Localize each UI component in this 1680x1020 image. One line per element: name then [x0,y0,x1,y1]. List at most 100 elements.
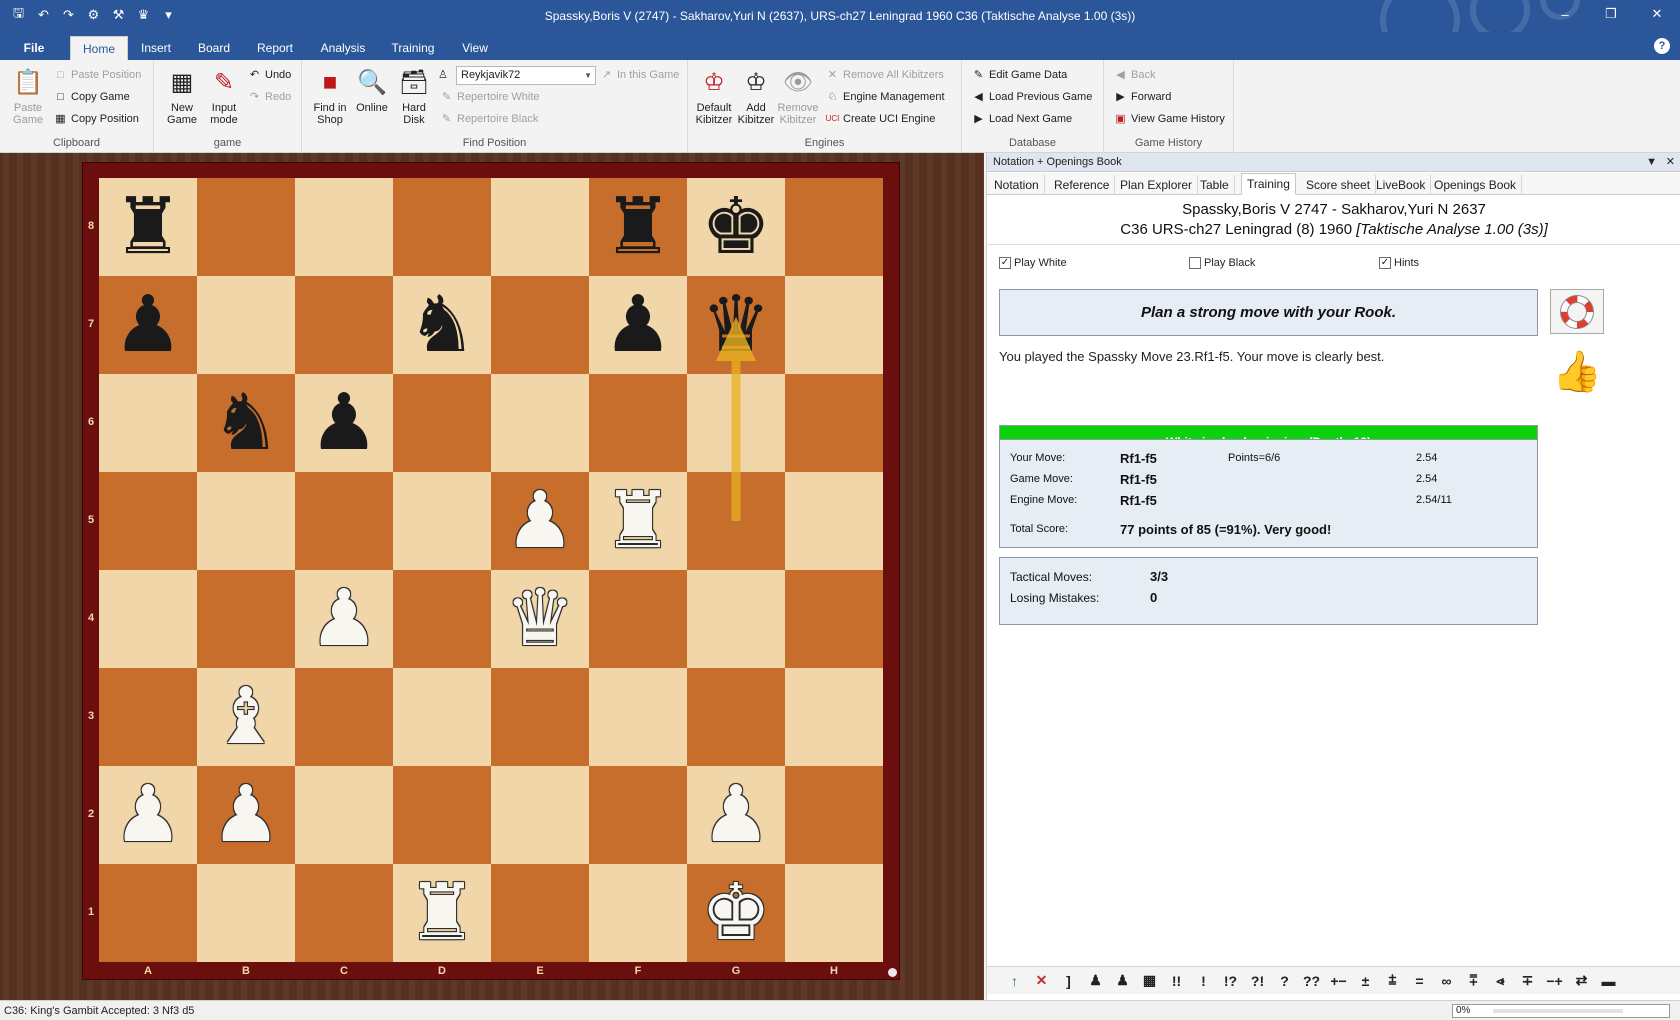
square-a8[interactable]: ♜ [99,178,197,276]
annotation-symbol-button[interactable]: ↑ [1001,973,1028,989]
square-c8[interactable] [295,178,393,276]
paste-position-button[interactable]: □ Paste Position [54,66,141,84]
annotation-symbol-button[interactable]: ?? [1298,973,1325,989]
tab-table[interactable]: Table [1195,175,1235,195]
square-e3[interactable] [491,668,589,766]
find-in-shop-button[interactable]: ■ Find in Shop [306,66,354,127]
annotation-symbol-button[interactable]: ? [1271,973,1298,989]
square-c2[interactable] [295,766,393,864]
square-f7[interactable]: ♟ [589,276,687,374]
paste-game-button[interactable]: 📋 Paste Game [4,66,52,127]
square-f3[interactable] [589,668,687,766]
tab-insert[interactable]: Insert [136,36,176,60]
annotation-symbol-button[interactable]: ! [1190,973,1217,989]
close-button[interactable]: ✕ [1634,0,1680,28]
square-e4[interactable]: ♛ [491,570,589,668]
remove-kibitzer-button[interactable]: 👁 Remove Kibitzer [774,66,822,127]
annotation-symbol-button[interactable]: ♟ [1082,972,1109,989]
square-f6[interactable] [589,374,687,472]
annotation-symbol-button[interactable]: +− [1325,973,1352,989]
white-pawn-piece[interactable]: ♟ [197,766,295,864]
copy-game-button[interactable]: □ Copy Game [54,88,130,106]
square-f1[interactable] [589,864,687,962]
square-b6[interactable]: ♞ [197,374,295,472]
square-e6[interactable] [491,374,589,472]
input-mode-button[interactable]: ✎ Input mode [200,66,248,127]
undo-button[interactable]: ↶ Undo [248,66,291,84]
tab-livebook[interactable]: LiveBook [1371,175,1432,195]
annotation-symbol-button[interactable]: ± [1352,973,1379,989]
square-g1[interactable]: ♚ [687,864,785,962]
repertoire-white-button[interactable]: ✎ Repertoire White [440,88,540,106]
tab-reference[interactable]: Reference [1049,175,1116,195]
white-pawn-piece[interactable]: ♟ [687,766,785,864]
chessboard[interactable]: ♜ ♜ ♚ ♟ ♞ ♟ ♛ ♞ ♟ ♟ ♜ ♟ ♛ ♝ ♟ ♟ ♟ ♜ ♚ [99,178,883,962]
tab-training[interactable]: Training [388,36,438,60]
add-kibitzer-button[interactable]: ♔ Add Kibitzer [732,66,780,127]
white-rook-piece[interactable]: ♜ [393,864,491,962]
pane-close-icon[interactable]: ✕ [1666,153,1675,172]
square-g6[interactable] [687,374,785,472]
forward-button[interactable]: ▶ Forward [1114,88,1171,106]
help-icon[interactable]: ? [1654,38,1670,54]
square-h8[interactable] [785,178,883,276]
annotation-symbol-button[interactable]: ] [1055,973,1082,989]
minimize-button[interactable]: – [1542,0,1588,28]
square-b8[interactable] [197,178,295,276]
online-button[interactable]: 🔍 Online [348,66,396,115]
tab-analysis[interactable]: Analysis [316,36,370,60]
tab-training-pane[interactable]: Training [1241,173,1296,195]
square-a3[interactable] [99,668,197,766]
square-c7[interactable] [295,276,393,374]
square-c4[interactable]: ♟ [295,570,393,668]
square-e8[interactable] [491,178,589,276]
square-h3[interactable] [785,668,883,766]
square-g7[interactable]: ♛ [687,276,785,374]
back-button[interactable]: ◀ Back [1114,66,1155,84]
annotation-symbol-button[interactable]: ∓ [1514,972,1541,989]
copy-position-button[interactable]: ▦ Copy Position [54,110,139,128]
position-search-combo[interactable]: Reykjavik72 ▼ [456,66,596,85]
square-f4[interactable] [589,570,687,668]
white-pawn-piece[interactable]: ♟ [491,472,589,570]
square-c5[interactable] [295,472,393,570]
square-c1[interactable] [295,864,393,962]
square-g3[interactable] [687,668,785,766]
annotation-symbol-button[interactable]: ⩲ [1379,972,1406,989]
play-black-checkbox[interactable]: Play Black [1189,257,1255,269]
white-bishop-piece[interactable]: ♝ [197,668,295,766]
square-b5[interactable] [197,472,295,570]
tab-openings-book[interactable]: Openings Book [1429,175,1523,195]
annotation-symbol-button[interactable]: ⩱ [1460,972,1487,989]
tab-notation[interactable]: Notation [989,175,1045,195]
square-h4[interactable] [785,570,883,668]
square-a5[interactable] [99,472,197,570]
square-d6[interactable] [393,374,491,472]
square-h7[interactable] [785,276,883,374]
square-a2[interactable]: ♟ [99,766,197,864]
annotation-symbol-button[interactable]: ✕ [1028,972,1055,989]
square-g8[interactable]: ♚ [687,178,785,276]
square-c6[interactable]: ♟ [295,374,393,472]
square-b4[interactable] [197,570,295,668]
square-d7[interactable]: ♞ [393,276,491,374]
engine-management-button[interactable]: ♘ Engine Management [826,88,945,106]
square-a4[interactable] [99,570,197,668]
load-previous-game-button[interactable]: ◀ Load Previous Game [972,88,1092,106]
square-e2[interactable] [491,766,589,864]
help-lifebuoy-button[interactable] [1550,289,1604,334]
square-d2[interactable] [393,766,491,864]
new-game-button[interactable]: ▦ New Game [158,66,206,127]
square-h1[interactable] [785,864,883,962]
in-this-game-button[interactable]: ↗ In this Game [600,66,679,84]
annotation-symbol-button[interactable]: = [1406,973,1433,989]
square-b1[interactable] [197,864,295,962]
square-h2[interactable] [785,766,883,864]
remove-all-kibitzers-button[interactable]: ✕ Remove All Kibitzers [826,66,944,84]
annotation-symbol-button[interactable]: −+ [1541,973,1568,989]
square-c3[interactable] [295,668,393,766]
square-b2[interactable]: ♟ [197,766,295,864]
annotation-symbol-button[interactable]: ⇄ [1568,972,1595,989]
white-pawn-piece[interactable]: ♟ [99,766,197,864]
maximize-button[interactable]: ❐ [1588,0,1634,28]
